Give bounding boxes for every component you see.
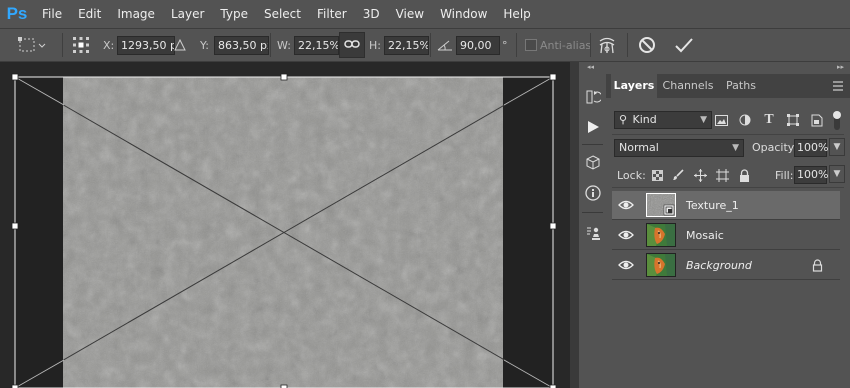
layer-name: Texture_1 — [686, 199, 739, 212]
layer-thumbnail — [646, 253, 676, 277]
link-icon — [344, 38, 360, 52]
menu-edit[interactable]: Edit — [70, 0, 109, 28]
menu-layer[interactable]: Layer — [163, 0, 212, 28]
lock-artboard-icon[interactable] — [713, 166, 731, 184]
angle-unit: ° — [502, 38, 508, 52]
menu-3d[interactable]: 3D — [355, 0, 388, 28]
menu-help[interactable]: Help — [495, 0, 538, 28]
y-label: Y: — [200, 38, 209, 52]
layer-thumbnail — [646, 223, 676, 247]
transform-box[interactable] — [0, 62, 570, 388]
layers-panel: ▸▸ Layers Channels Paths ⚲ Kind ▼ T Norm… — [606, 62, 850, 388]
fill-label: Fill: — [775, 169, 794, 182]
layer-thumbnail — [646, 193, 676, 217]
menu-image[interactable]: Image — [109, 0, 163, 28]
chevron-down-icon: ▼ — [700, 115, 707, 125]
lock-label: Lock: — [617, 169, 646, 182]
lock-position-move-icon[interactable] — [691, 166, 709, 184]
panel-tabs: Layers Channels Paths — [606, 74, 850, 98]
cancel-transform-icon[interactable] — [638, 29, 656, 61]
layer-row-mosaic[interactable]: Mosaic — [612, 221, 840, 250]
angle-field[interactable]: 90,00 — [456, 35, 500, 55]
search-icon: ⚲ — [619, 113, 628, 126]
info-icon[interactable] — [579, 182, 606, 204]
antialias-checkbox[interactable] — [525, 29, 537, 61]
visibility-eye-icon[interactable] — [618, 257, 634, 273]
lock-transparent-icon[interactable] — [648, 166, 666, 184]
app-logo: Ps — [6, 4, 28, 23]
fill-dropdown-icon[interactable]: ▼ — [829, 165, 845, 183]
filter-type-icon[interactable]: T — [760, 111, 778, 129]
panel-divider[interactable] — [570, 62, 578, 388]
filter-pixel-icon[interactable] — [712, 111, 730, 129]
filter-toggle-switch[interactable] — [833, 111, 841, 130]
options-bar: X: 1293,50 px Y: 863,50 px W: 22,15% H: … — [0, 28, 850, 62]
h-label: H: — [369, 38, 381, 52]
kind-label: Kind — [632, 113, 657, 126]
menu-bar: Ps File Edit Image Layer Type Select Fil… — [0, 0, 850, 28]
menu-window[interactable]: Window — [432, 0, 495, 28]
history-icon[interactable] — [579, 86, 606, 108]
fill-field[interactable]: 100% — [794, 166, 828, 184]
menu-select[interactable]: Select — [256, 0, 309, 28]
actions-play-icon[interactable] — [579, 116, 606, 138]
3d-panel-icon[interactable] — [579, 152, 606, 174]
transform-tool-icon[interactable] — [18, 29, 46, 61]
warp-mode-icon[interactable] — [597, 29, 617, 61]
antialias-label: Anti-alias — [540, 38, 592, 52]
collapse-left-icon[interactable]: ◂◂ — [587, 63, 594, 71]
lock-all-icon[interactable] — [735, 166, 753, 184]
w-label: W: — [277, 38, 291, 52]
layer-lock-icon — [812, 259, 823, 275]
menu-view[interactable]: View — [388, 0, 432, 28]
panel-icon-column: ◂◂ — [578, 62, 607, 388]
y-field[interactable]: 863,50 px — [214, 35, 269, 55]
angle-icon — [437, 29, 453, 61]
menu-file[interactable]: File — [34, 0, 70, 28]
kind-filter-select[interactable]: ⚲ Kind ▼ — [614, 111, 712, 129]
commit-transform-icon[interactable] — [674, 29, 694, 61]
panel-menu-icon[interactable] — [832, 80, 844, 94]
clone-source-icon[interactable] — [579, 222, 606, 244]
visibility-eye-icon[interactable] — [618, 227, 634, 243]
canvas-area[interactable] — [0, 62, 570, 388]
x-label: X: — [103, 38, 115, 52]
lock-pixels-brush-icon[interactable] — [669, 166, 687, 184]
layer-name: Background — [686, 259, 752, 272]
layer-name: Mosaic — [686, 229, 724, 242]
layer-row-texture-1[interactable]: Texture_1 — [612, 191, 840, 220]
tab-layers[interactable]: Layers — [611, 74, 657, 98]
reference-point-icon[interactable] — [72, 29, 90, 61]
link-aspect-button[interactable] — [339, 32, 365, 58]
opacity-label: Opacity: — [752, 141, 798, 154]
menu-type[interactable]: Type — [212, 0, 256, 28]
collapse-right-icon[interactable]: ▸▸ — [837, 63, 844, 71]
x-field[interactable]: 1293,50 px — [117, 35, 175, 55]
blend-mode-value: Normal — [619, 141, 659, 154]
filter-smart-object-icon[interactable] — [808, 111, 826, 129]
width-field[interactable]: 22,15% — [294, 35, 339, 55]
chevron-down-icon: ▼ — [732, 143, 739, 153]
tab-channels[interactable]: Channels — [659, 74, 717, 98]
filter-adjustment-icon[interactable] — [736, 111, 754, 129]
height-field[interactable]: 22,15% — [384, 35, 429, 55]
opacity-field[interactable]: 100% — [794, 139, 828, 157]
blend-mode-select[interactable]: Normal ▼ — [614, 139, 744, 157]
relative-position-icon[interactable] — [174, 29, 186, 61]
tab-paths[interactable]: Paths — [719, 74, 763, 98]
filter-shape-icon[interactable] — [784, 111, 802, 129]
menu-filter[interactable]: Filter — [309, 0, 355, 28]
layer-row-background[interactable]: Background — [612, 251, 840, 280]
opacity-dropdown-icon[interactable]: ▼ — [829, 138, 845, 156]
visibility-eye-icon[interactable] — [618, 197, 634, 213]
